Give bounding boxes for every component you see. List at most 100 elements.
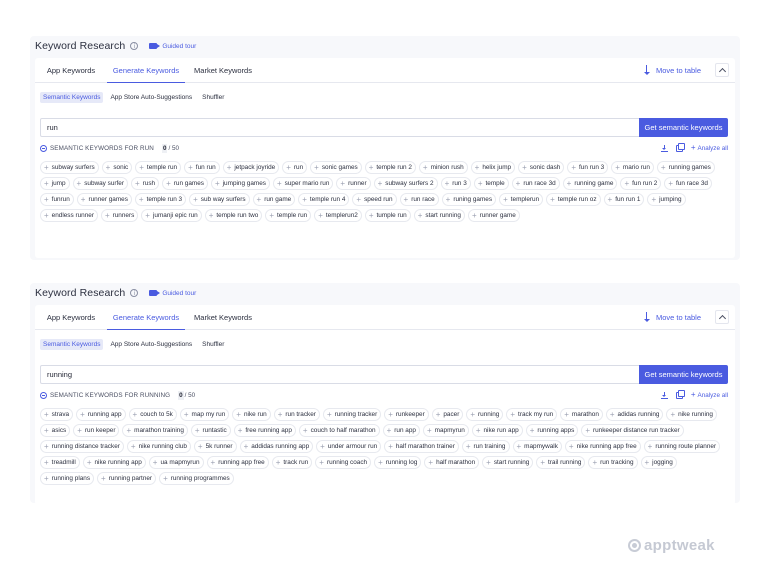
keyword-chip[interactable]: + sonic xyxy=(101,161,133,174)
info-icon[interactable]: i xyxy=(130,42,139,50)
keyword-chip[interactable]: + running apps xyxy=(525,424,579,437)
keyword-search-input[interactable] xyxy=(40,118,640,137)
keyword-chip[interactable]: + nike running app free xyxy=(564,440,641,453)
tab-generate-keywords[interactable]: Generate Keywords xyxy=(107,305,185,330)
keyword-chip[interactable]: + rush xyxy=(130,177,160,190)
subtab-shuffler[interactable]: Shuffler xyxy=(199,339,227,350)
keyword-chip[interactable]: + nike running app xyxy=(82,456,146,469)
keyword-chip[interactable]: + running app xyxy=(76,408,126,421)
keyword-chip[interactable]: + half marathon trainer xyxy=(384,440,459,453)
move-to-table-button[interactable]: Move to table xyxy=(643,65,701,75)
keyword-chip[interactable]: + running distance tracker xyxy=(40,440,124,453)
keyword-chip[interactable]: + runner games xyxy=(76,193,132,206)
keyword-chip[interactable]: + map my run xyxy=(179,408,230,421)
keyword-chip[interactable]: + addidas running app xyxy=(239,440,314,453)
keyword-chip[interactable]: + running plans xyxy=(40,472,95,485)
move-to-table-button[interactable]: Move to table xyxy=(643,312,701,322)
keyword-chip[interactable]: + sub way surfers xyxy=(189,193,250,206)
keyword-chip[interactable]: + running games xyxy=(656,161,715,174)
keyword-chip[interactable]: + run race 3d xyxy=(511,177,560,190)
tab-app-keywords[interactable]: App Keywords xyxy=(39,305,103,330)
keyword-chip[interactable]: + running tracker xyxy=(322,408,382,421)
keyword-chip[interactable]: + runner game xyxy=(467,209,520,222)
keyword-chip[interactable]: + minion rush xyxy=(418,161,468,174)
keyword-chip[interactable]: + nike run app xyxy=(471,424,523,437)
keyword-chip[interactable]: + running coach xyxy=(315,456,372,469)
keyword-chip[interactable]: + subway surfers xyxy=(40,161,99,174)
keyword-chip[interactable]: + running xyxy=(466,408,504,421)
keyword-chip[interactable]: + subway surfers 2 xyxy=(373,177,438,190)
analyze-all-button[interactable]: + Analyze all xyxy=(691,391,728,399)
keyword-chip[interactable]: + temple run xyxy=(265,209,312,222)
tab-market-keywords[interactable]: Market Keywords xyxy=(190,305,256,330)
keyword-chip[interactable]: +5k runner xyxy=(193,440,237,453)
copy-icon[interactable] xyxy=(675,142,685,152)
keyword-chip[interactable]: + under armour run xyxy=(316,440,382,453)
keyword-chip[interactable]: + run app xyxy=(382,424,420,437)
keyword-chip[interactable]: + templerun xyxy=(499,193,544,206)
collapse-button[interactable] xyxy=(715,63,729,77)
keyword-chip[interactable]: + running partner xyxy=(97,472,157,485)
keyword-chip[interactable]: + runing games xyxy=(441,193,497,206)
keyword-chip[interactable]: + running app free xyxy=(206,456,269,469)
keyword-search-input[interactable] xyxy=(40,365,640,384)
keyword-chip[interactable]: + nike running xyxy=(666,408,717,421)
keyword-chip[interactable]: + tumple run xyxy=(364,209,411,222)
keyword-chip[interactable]: + ua mapmyrun xyxy=(148,456,204,469)
keyword-chip[interactable]: + runtastic xyxy=(190,424,231,437)
keyword-chip[interactable]: + marathon training xyxy=(122,424,188,437)
keyword-chip[interactable]: + run tracker xyxy=(273,408,320,421)
keyword-chip[interactable]: + fun run xyxy=(184,161,220,174)
keyword-chip[interactable]: + templerun2 xyxy=(314,209,362,222)
keyword-chip[interactable]: + runkeeper xyxy=(384,408,429,421)
subtab-app-store-auto-suggestions[interactable]: App Store Auto-Suggestions xyxy=(107,339,195,350)
keyword-chip[interactable]: + fun run 1 xyxy=(603,193,645,206)
keyword-chip[interactable]: + runner xyxy=(336,177,371,190)
keyword-chip[interactable]: + fun run 3 xyxy=(567,161,609,174)
keyword-chip[interactable]: + free running app xyxy=(233,424,296,437)
subtab-semantic-keywords[interactable]: Semantic Keywords xyxy=(40,91,104,103)
keyword-chip[interactable]: + funrun xyxy=(40,193,74,206)
keyword-chip[interactable]: + nike running club xyxy=(126,440,191,453)
keyword-chip[interactable]: + marathon xyxy=(560,408,603,421)
keyword-chip[interactable]: + running programmes xyxy=(159,472,234,485)
info-icon[interactable]: i xyxy=(130,289,139,297)
collapse-minus-icon[interactable] xyxy=(40,145,47,152)
keyword-chip[interactable]: + sonic dash xyxy=(518,161,565,174)
keyword-chip[interactable]: + jumanji epic run xyxy=(141,209,202,222)
guided-tour-link[interactable]: Guided tour xyxy=(149,290,196,297)
subtab-shuffler[interactable]: Shuffler xyxy=(199,92,227,103)
keyword-chip[interactable]: + asics xyxy=(40,424,71,437)
collapse-button[interactable] xyxy=(715,310,729,324)
keyword-chip[interactable]: + speed run xyxy=(352,193,397,206)
keyword-chip[interactable]: + adidas running xyxy=(605,408,664,421)
keyword-chip[interactable]: + couch to 5k xyxy=(128,408,177,421)
analyze-all-button[interactable]: + Analyze all xyxy=(691,144,728,152)
keyword-chip[interactable]: + fun run 2 xyxy=(620,177,662,190)
download-icon[interactable] xyxy=(660,144,668,152)
keyword-chip[interactable]: + mapmywalk xyxy=(512,440,562,453)
keyword-chip[interactable]: + subway surfer xyxy=(72,177,128,190)
keyword-chip[interactable]: + endless runner xyxy=(40,209,98,222)
keyword-chip[interactable]: + run keeper xyxy=(73,424,120,437)
keyword-chip[interactable]: + temple run oz xyxy=(546,193,601,206)
keyword-chip[interactable]: + start running xyxy=(413,209,465,222)
keyword-chip[interactable]: + fun race 3d xyxy=(664,177,712,190)
keyword-chip[interactable]: + runkeeper distance run tracker xyxy=(581,424,684,437)
subtab-semantic-keywords[interactable]: Semantic Keywords xyxy=(40,338,104,350)
keyword-chip[interactable]: + running route planner xyxy=(643,440,721,453)
tab-app-keywords[interactable]: App Keywords xyxy=(39,58,103,83)
keyword-chip[interactable]: + jumping games xyxy=(210,177,270,190)
keyword-chip[interactable]: + temple run 4 xyxy=(298,193,350,206)
keyword-chip[interactable]: + start running xyxy=(482,456,534,469)
keyword-chip[interactable]: + couch to half marathon xyxy=(298,424,380,437)
subtab-app-store-auto-suggestions[interactable]: App Store Auto-Suggestions xyxy=(107,92,195,103)
keyword-chip[interactable]: + running game xyxy=(562,177,618,190)
keyword-chip[interactable]: + pacer xyxy=(431,408,464,421)
keyword-chip[interactable]: + running log xyxy=(374,456,422,469)
keyword-chip[interactable]: + track run xyxy=(271,456,313,469)
keyword-chip[interactable]: + jogging xyxy=(640,456,677,469)
keyword-chip[interactable]: + strava xyxy=(40,408,74,421)
tab-generate-keywords[interactable]: Generate Keywords xyxy=(107,58,185,83)
copy-icon[interactable] xyxy=(675,389,685,399)
